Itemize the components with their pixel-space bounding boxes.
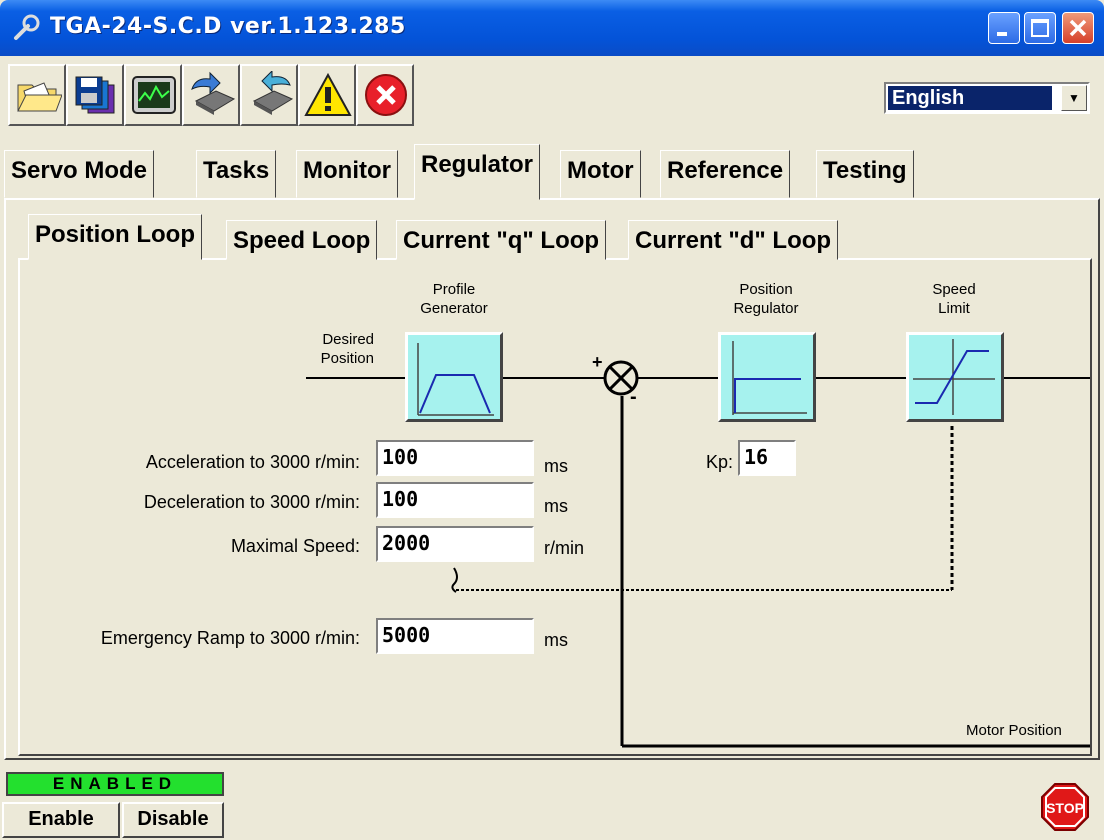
kp-label: Kp:	[706, 452, 734, 472]
deceleration-unit: ms	[544, 496, 568, 516]
acceleration-input[interactable]: 100	[376, 440, 534, 476]
maximal-speed-label: Maximal Speed:	[230, 536, 360, 556]
disable-button[interactable]: Disable	[122, 802, 224, 838]
position-regulator-block[interactable]	[718, 332, 816, 422]
maximal-speed-unit: r/min	[544, 538, 584, 558]
trapezoid-profile-icon	[417, 343, 494, 416]
acceleration-unit: ms	[544, 456, 568, 476]
stop-icon[interactable]: STOP	[1040, 782, 1090, 832]
profile-generator-block[interactable]	[405, 332, 503, 422]
desired-position-label: Desired Position	[320, 331, 374, 367]
position-regulator-label: Position Regulator	[733, 281, 799, 317]
sum-minus-label: -	[630, 386, 637, 408]
emergency-ramp-unit: ms	[544, 630, 568, 650]
speed-limit-label: Speed Limit	[932, 281, 976, 317]
emergency-ramp-input[interactable]: 5000	[376, 618, 534, 654]
enable-button[interactable]: Enable	[2, 802, 120, 838]
maximal-speed-input[interactable]: 2000	[376, 526, 534, 562]
status-badge: ENABLED	[6, 772, 224, 796]
kp-input[interactable]: 16	[738, 440, 796, 476]
saturation-curve-icon	[913, 339, 995, 415]
acceleration-label: Acceleration to 3000 r/min:	[145, 452, 360, 472]
speed-limit-block[interactable]	[906, 332, 1004, 422]
stop-label: STOP	[1046, 800, 1084, 816]
motor-position-label: Motor Position	[966, 722, 1062, 739]
deceleration-input[interactable]: 100	[376, 482, 534, 518]
subtab-position-loop[interactable]: Position Loop	[28, 214, 202, 260]
emergency-ramp-label: Emergency Ramp to 3000 r/min:	[100, 628, 360, 648]
step-response-icon	[732, 341, 807, 415]
sum-plus-label: +	[592, 352, 603, 372]
deceleration-label: Deceleration to 3000 r/min:	[143, 492, 360, 512]
profile-generator-label: Profile Generator	[420, 281, 488, 317]
tab-regulator[interactable]: Regulator	[414, 144, 541, 200]
